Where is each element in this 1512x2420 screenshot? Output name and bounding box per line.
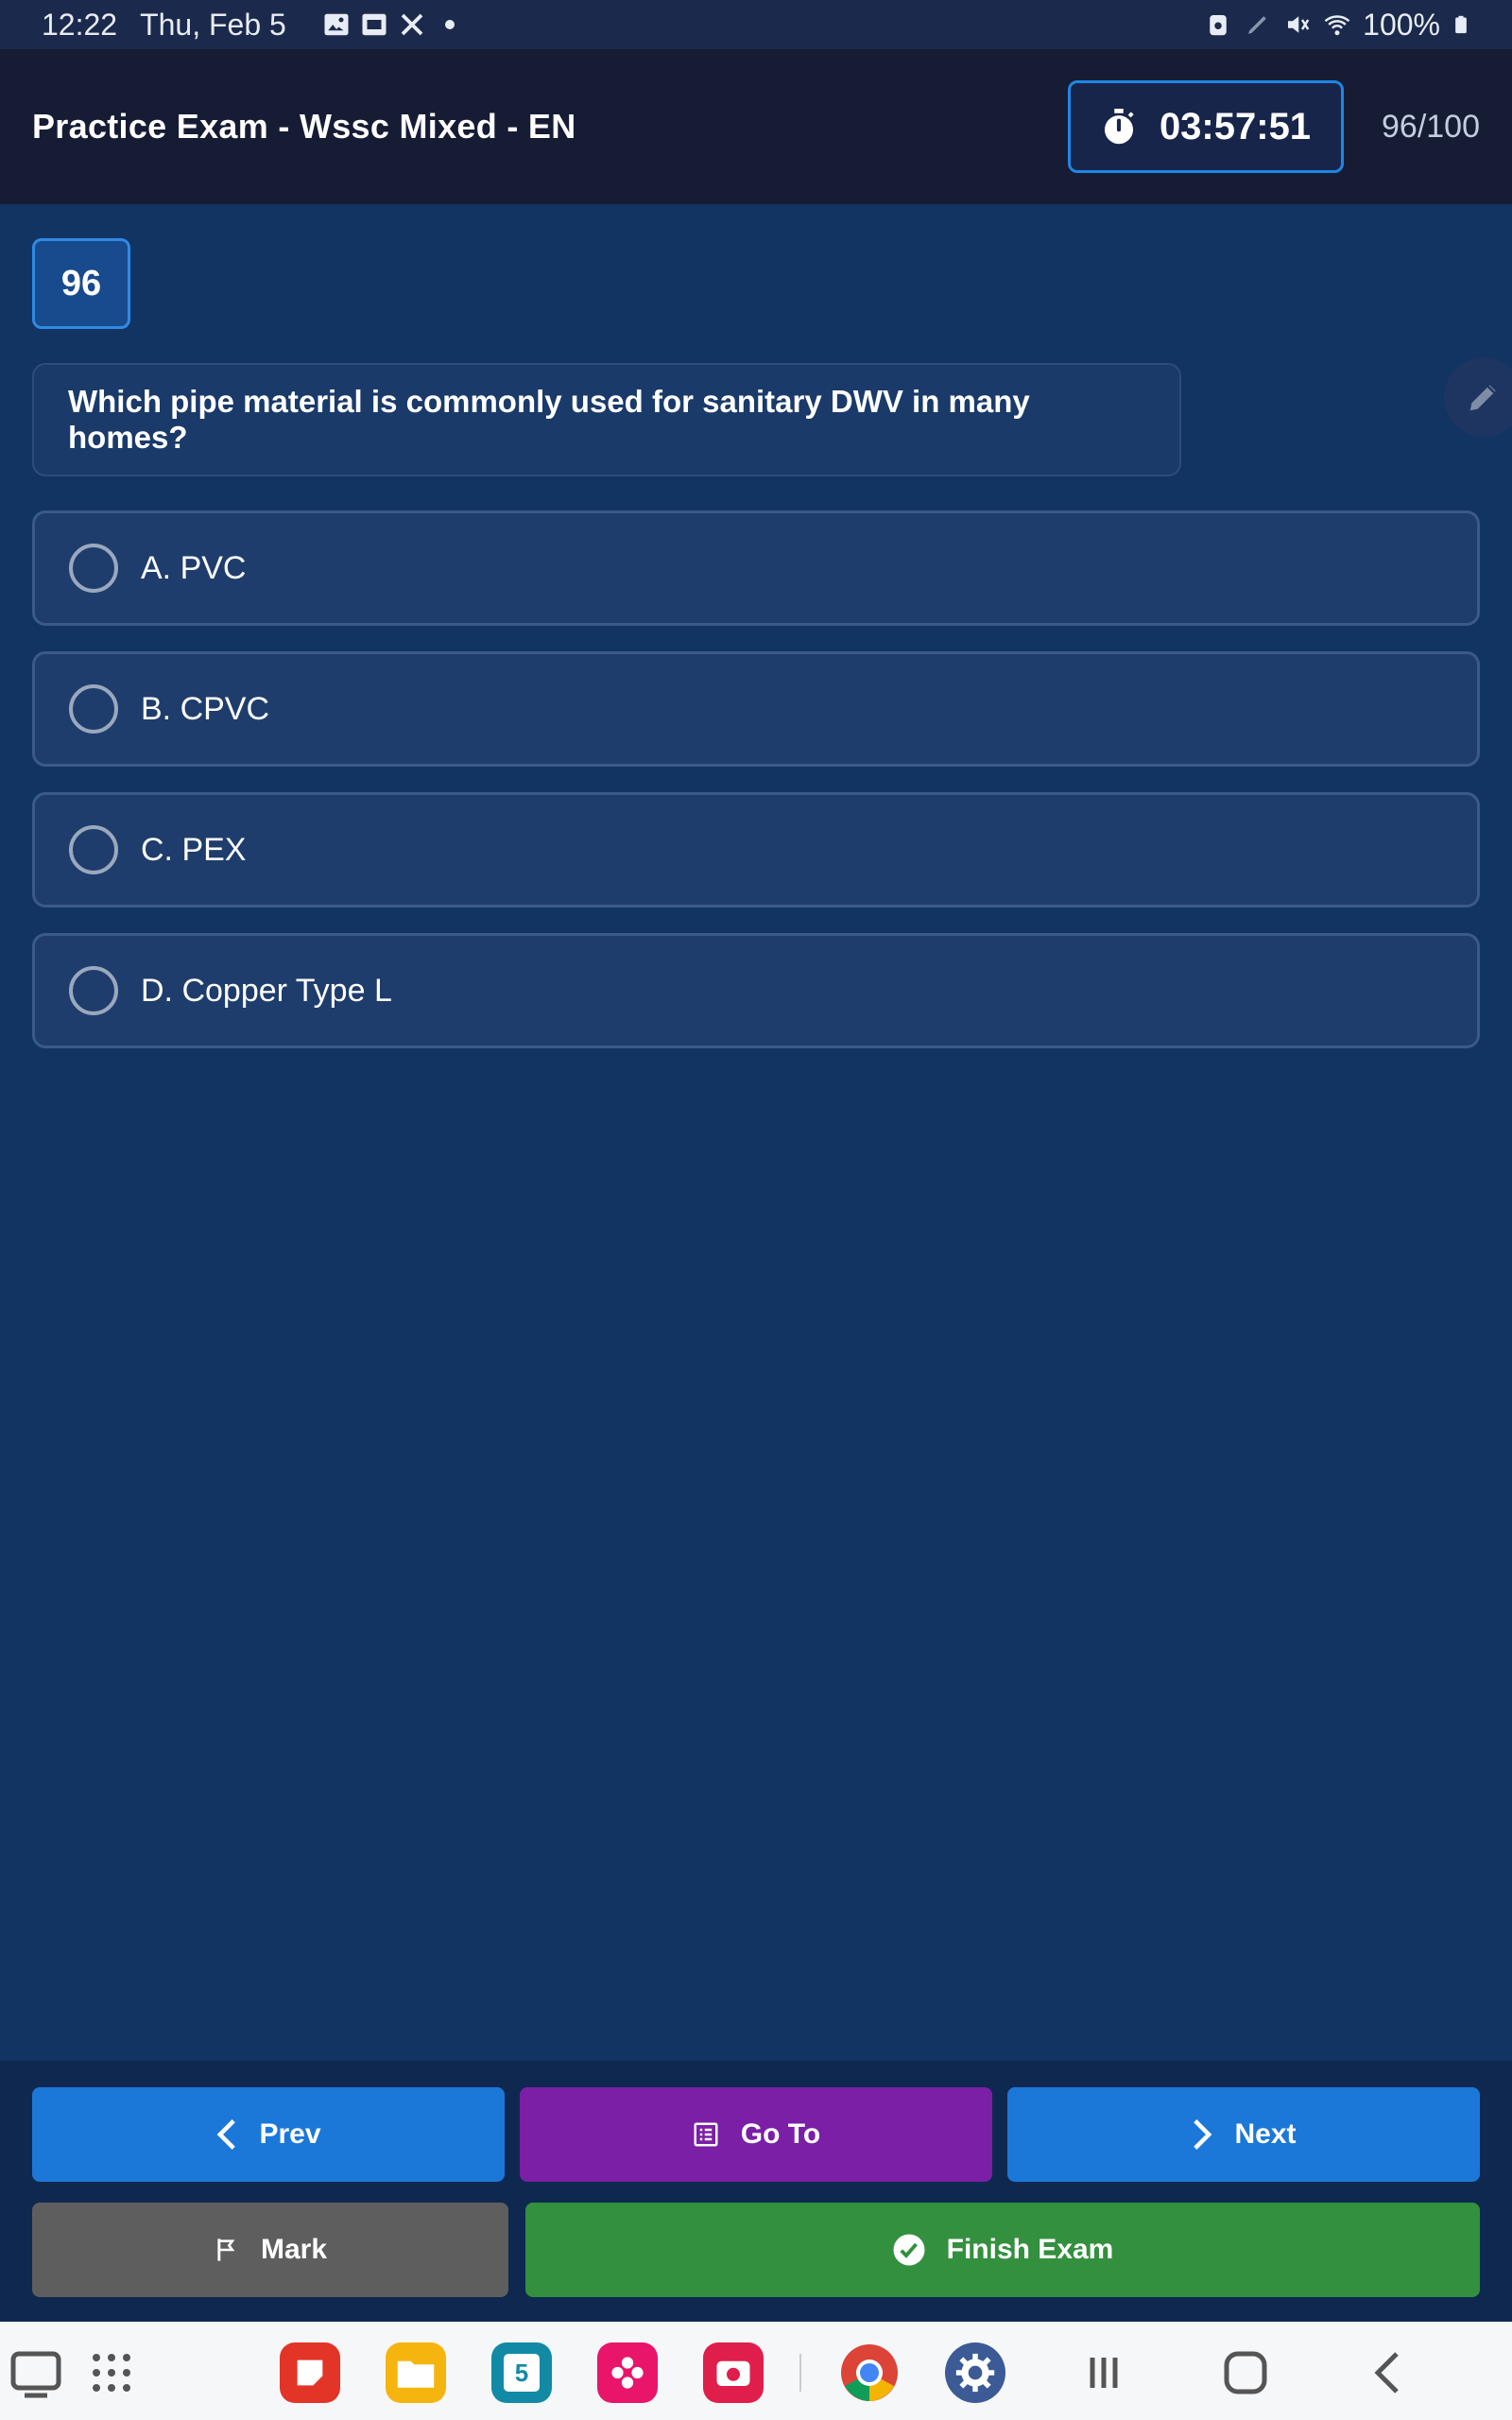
option-label: C. PEX [141,831,247,868]
answer-option-d[interactable]: D. Copper Type L [32,933,1480,1048]
lock-icon [1210,15,1227,36]
chrome-app-icon[interactable] [839,2342,900,2403]
next-label: Next [1234,2118,1297,2150]
pencil-icon [1469,385,1496,411]
flower-app-icon[interactable] [597,2342,658,2403]
camera-app-icon[interactable] [703,2342,764,2403]
option-label: D. Copper Type L [141,972,392,1009]
timer-value: 03:57:51 [1159,105,1312,147]
question-number-badge: 96 [32,238,130,329]
edit-button[interactable] [1444,357,1512,437]
radio-button[interactable] [69,966,118,1015]
taskbar-toggle-icon[interactable] [6,2342,66,2403]
app-header: Practice Exam - Wssc Mixed - EN 03:57:51… [0,49,1512,204]
status-left: 12:22 Thu, Feb 5 [42,8,464,43]
status-right: 100% [1204,8,1470,43]
files-app-icon[interactable] [386,2342,446,2403]
answer-option-a[interactable]: A. PVC [32,510,1480,626]
screenshot-icon [362,13,387,36]
status-bar: 12:22 Thu, Feb 5 100% [0,0,1512,49]
battery-percent: 100% [1363,7,1440,42]
dock-divider [799,2354,801,2392]
answer-option-c[interactable]: C. PEX [32,792,1480,908]
notification-icons [322,10,464,39]
tools-icon [401,13,423,36]
page-title: Practice Exam - Wssc Mixed - EN [32,107,576,146]
stopwatch-icon [1104,109,1134,145]
answer-option-b[interactable]: B. CPVC [32,651,1480,767]
prev-label: Prev [259,2118,321,2150]
finish-exam-button[interactable]: Finish Exam [525,2203,1480,2297]
radio-button[interactable] [69,825,118,874]
question-text: Which pipe material is commonly used for… [68,384,1030,455]
calendar-day: 5 [504,2354,540,2392]
mark-label: Mark [260,2234,328,2265]
apps-grid-icon[interactable] [81,2342,142,2403]
wifi-icon [1324,15,1350,36]
prev-button[interactable]: Prev [32,2087,505,2182]
mark-button[interactable]: Mark [32,2203,508,2297]
recents-icon[interactable] [1074,2342,1134,2403]
pen-icon [1248,16,1266,34]
radio-button[interactable] [69,684,118,734]
question-progress: 96/100 [1382,108,1480,145]
mute-icon [1288,16,1310,33]
goto-label: Go To [740,2118,821,2150]
flag-icon [217,2238,235,2261]
calendar-app-icon[interactable]: 5 [491,2342,552,2403]
option-label: A. PVC [141,549,247,586]
bottom-action-bar: Prev Go To Next Mark Finish Exam [0,2061,1512,2322]
goto-button[interactable]: Go To [520,2087,992,2182]
status-date: Thu, Feb 5 [140,7,286,42]
chevron-left-icon [217,2119,236,2150]
question-card: Which pipe material is commonly used for… [32,363,1181,476]
notes-app-icon[interactable] [280,2342,340,2403]
home-icon[interactable] [1215,2342,1276,2403]
check-circle-icon [893,2234,925,2266]
finish-label: Finish Exam [946,2234,1114,2265]
dot-icon [444,20,455,29]
list-icon [694,2122,718,2147]
radio-button[interactable] [69,544,118,593]
chevron-right-icon [1194,2119,1212,2150]
system-nav-bar: 5 [0,2322,1512,2420]
battery-icon [1455,15,1467,34]
next-button[interactable]: Next [1007,2087,1480,2182]
exam-timer: 03:57:51 [1068,80,1344,173]
option-label: B. CPVC [141,690,270,727]
gallery-icon [324,13,349,36]
back-icon[interactable] [1359,2342,1419,2403]
status-time: 12:22 [42,7,118,42]
settings-app-icon[interactable] [945,2342,1005,2403]
